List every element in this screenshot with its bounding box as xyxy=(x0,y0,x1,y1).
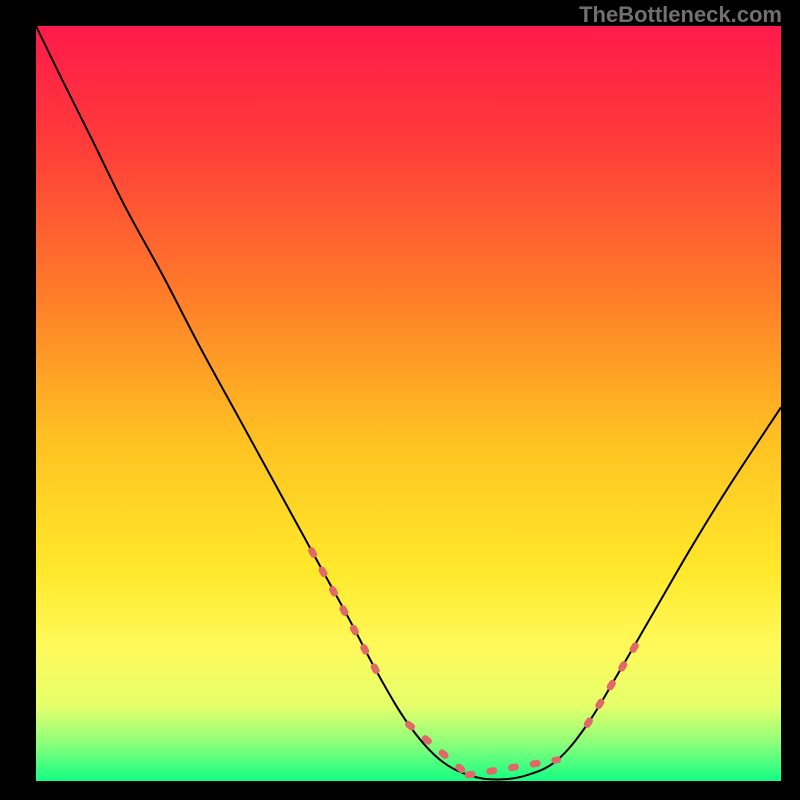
chart-frame: TheBottleneck.com xyxy=(0,0,800,800)
bottleneck-curve-chart xyxy=(0,0,800,800)
watermark-text: TheBottleneck.com xyxy=(579,2,782,28)
plot-background xyxy=(36,26,781,781)
